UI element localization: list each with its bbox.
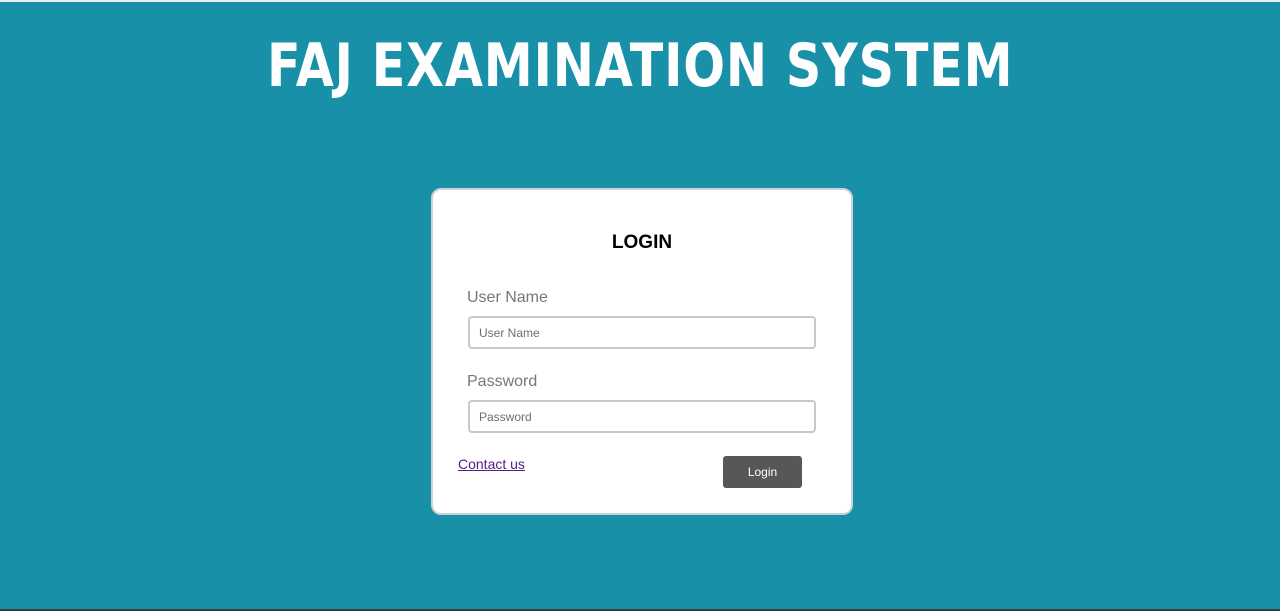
site-title: FAJ EXAMINATION SYSTEM bbox=[266, 31, 1014, 101]
contact-us-link[interactable]: Contact us bbox=[458, 456, 525, 472]
username-input[interactable] bbox=[468, 316, 816, 349]
password-label: Password bbox=[467, 373, 538, 390]
login-heading: LOGIN bbox=[611, 232, 673, 253]
username-label: User Name bbox=[467, 289, 548, 306]
password-input[interactable] bbox=[468, 400, 816, 433]
login-button[interactable]: Login bbox=[723, 456, 802, 488]
top-border bbox=[0, 0, 1280, 2]
login-card: LOGIN User Name Password Contact us Logi… bbox=[431, 188, 853, 515]
